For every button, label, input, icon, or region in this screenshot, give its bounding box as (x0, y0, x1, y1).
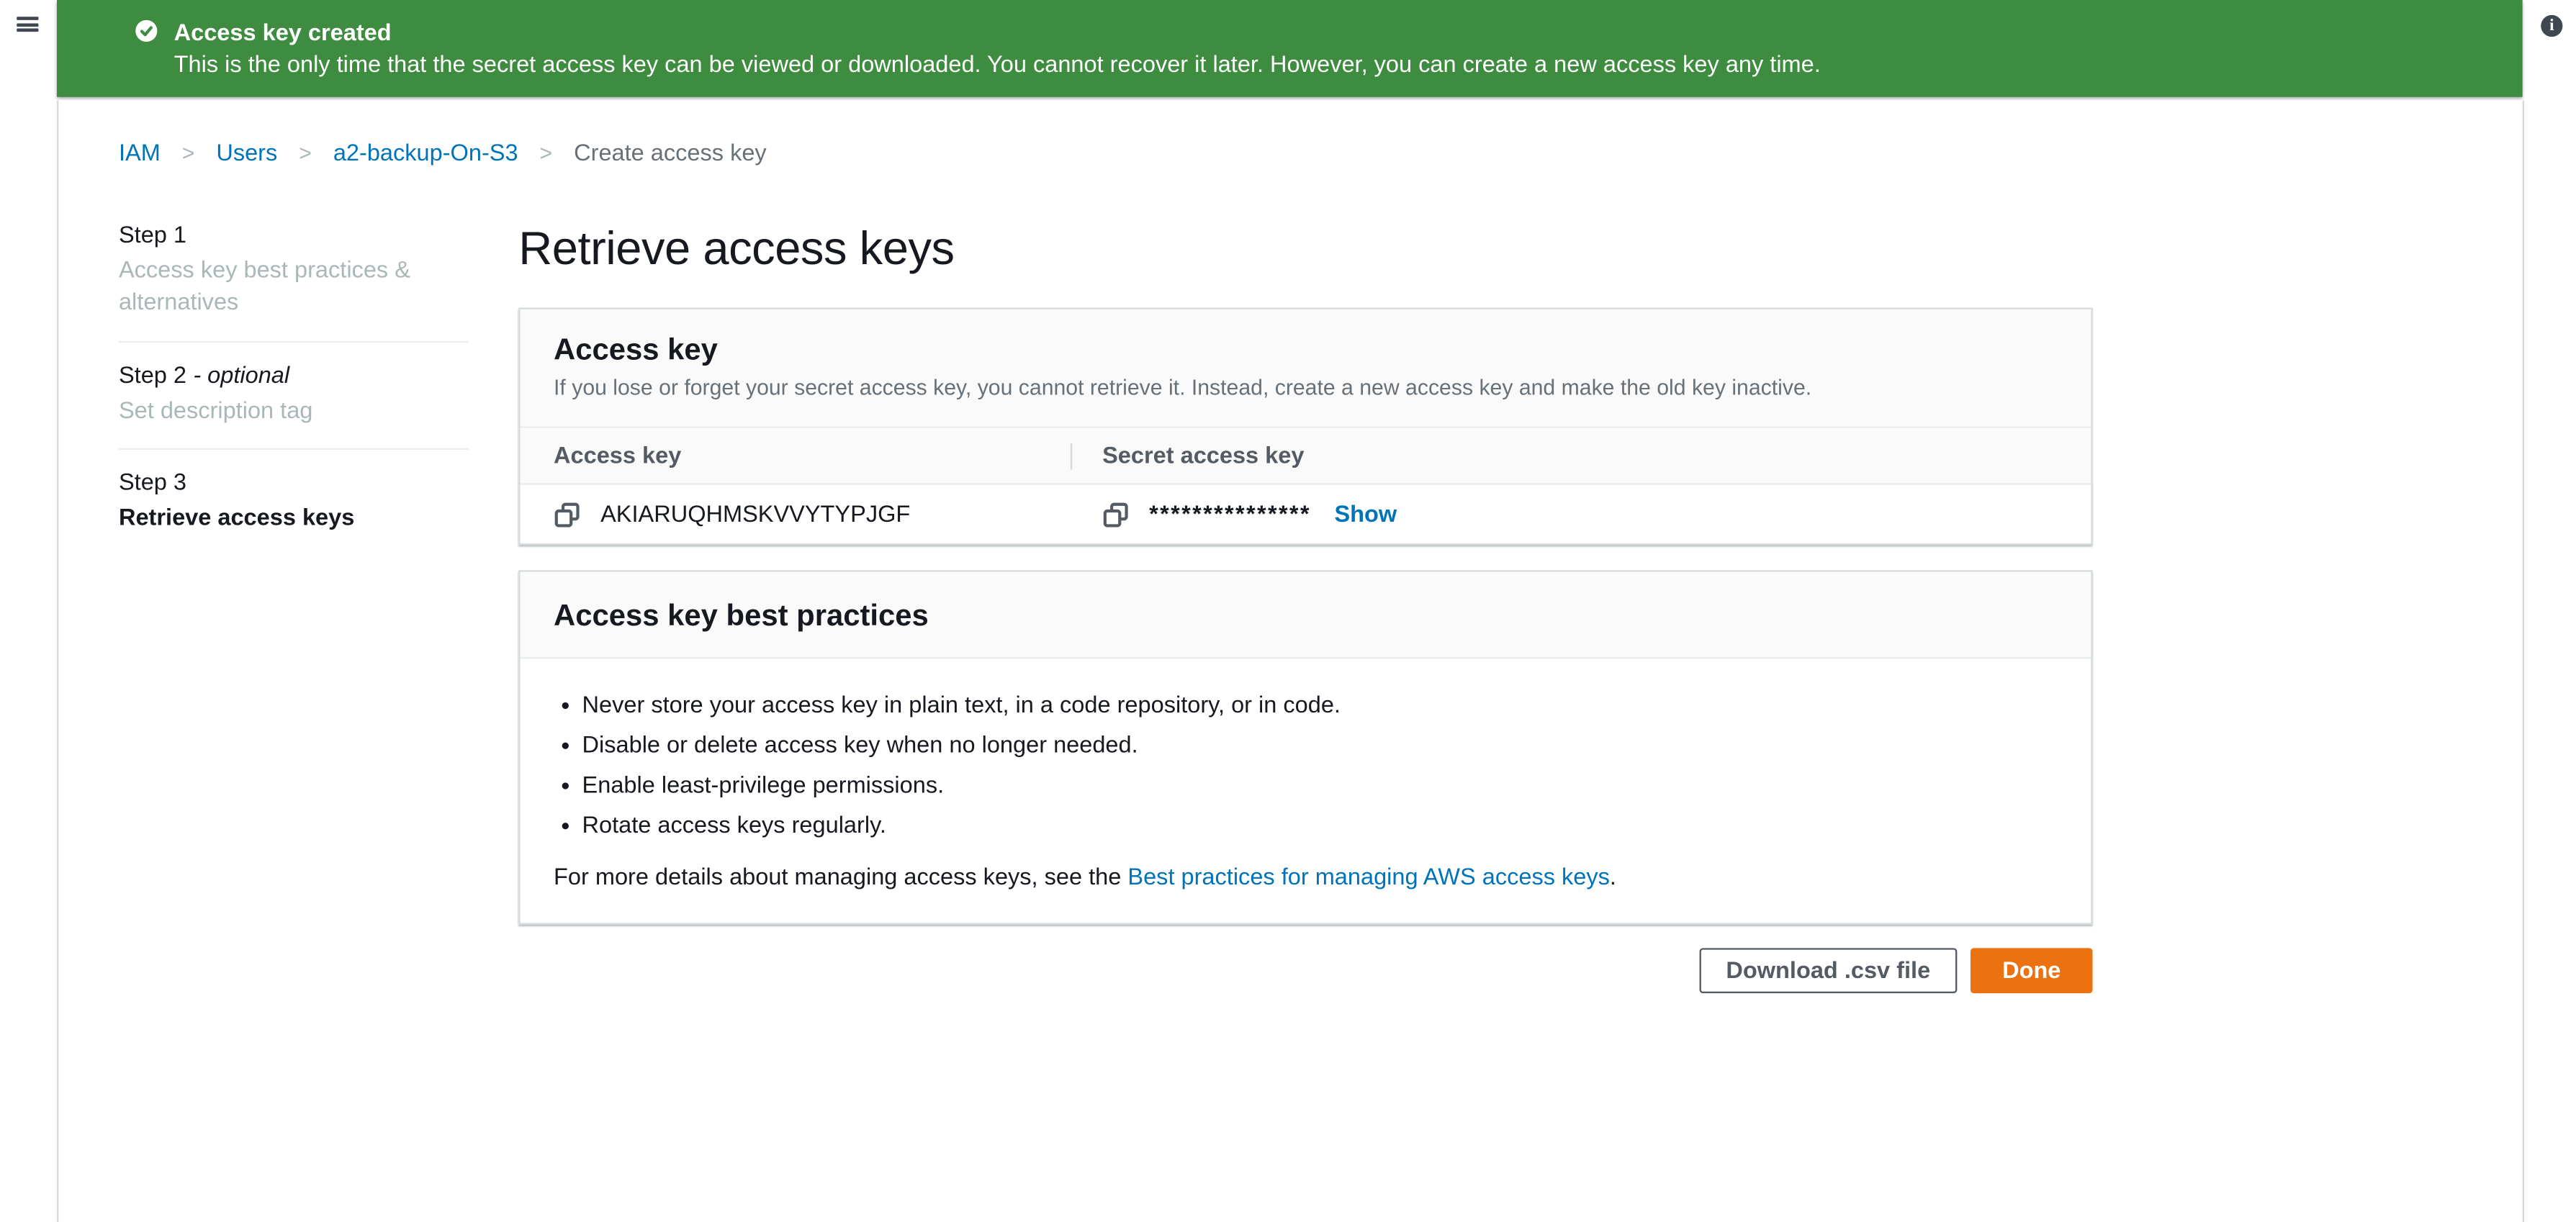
column-header-secret-access-key: Secret access key (1072, 428, 1304, 484)
step-2-optional-text: - optional (193, 361, 289, 388)
step-2-label-text: Step 2 (119, 361, 186, 388)
flash-description: This is the only time that the secret ac… (174, 48, 2490, 80)
best-practices-link[interactable]: Best practices for managing AWS access k… (1127, 863, 1609, 890)
wizard-step-2[interactable]: Step 2 - optional Set description tag (119, 343, 469, 426)
step-3-title: Retrieve access keys (119, 502, 469, 533)
key-table-data-row: AKIARUQHMSKVVYTYPJGF *************** Sho… (521, 485, 2091, 543)
access-key-card-header: Access key If you lose or forget your se… (521, 309, 2091, 428)
success-flashbar: Access key created This is the only time… (57, 0, 2523, 97)
breadcrumb-separator-icon: > (182, 140, 195, 166)
info-icon[interactable]: i (2541, 15, 2562, 37)
column-header-access-key: Access key (521, 428, 1071, 484)
wizard-steps: Step 1 Access key best practices & alter… (119, 219, 469, 533)
access-key-card: Access key If you lose or forget your se… (518, 308, 2092, 546)
best-practice-item: Disable or delete access key when no lon… (554, 729, 2058, 761)
breadcrumb-link-user[interactable]: a2-backup-On-S3 (333, 139, 518, 166)
step-3-label: Step 3 (119, 466, 469, 497)
best-practice-item: Rotate access keys regularly. (554, 810, 2058, 841)
best-practices-card: Access key best practices Never store yo… (518, 570, 2092, 925)
step-1-label: Step 1 (119, 219, 469, 249)
content-panel: IAM > Users > a2-backup-On-S3 > Create a… (57, 100, 2524, 1222)
wizard-step-3[interactable]: Step 3 Retrieve access keys (119, 450, 469, 533)
access-key-card-description: If you lose or forget your secret access… (554, 373, 2058, 403)
flash-title: Access key created (174, 15, 2490, 48)
done-button[interactable]: Done (1971, 948, 2093, 993)
show-secret-link[interactable]: Show (1334, 498, 1397, 530)
best-practice-item: Never store your access key in plain tex… (554, 689, 2058, 720)
step-2-label: Step 2 - optional (119, 360, 469, 390)
step-2-title: Set description tag (119, 394, 469, 426)
best-practices-footer: For more details about managing access k… (554, 861, 2058, 893)
success-check-icon (135, 20, 157, 42)
wizard-actions: Download .csv file Done (518, 948, 2092, 993)
page-root: Access key created This is the only time… (0, 0, 2576, 1222)
breadcrumb-link-users[interactable]: Users (216, 139, 277, 166)
download-csv-button[interactable]: Download .csv file (1699, 948, 1957, 993)
flashbar-content: Access key created This is the only time… (57, 0, 2523, 97)
best-practice-item: Enable least-privilege permissions. (554, 769, 2058, 801)
best-practices-card-title: Access key best practices (554, 597, 2058, 633)
breadcrumb-link-iam[interactable]: IAM (119, 139, 161, 166)
best-practices-list: Never store your access key in plain tex… (554, 689, 2058, 841)
copy-access-key-icon[interactable] (554, 501, 580, 528)
copy-secret-key-icon[interactable] (1102, 501, 1129, 528)
access-key-cell: AKIARUQHMSKVVYTYPJGF (521, 485, 1073, 543)
secret-key-masked-value: *************** (1149, 498, 1311, 530)
best-practices-card-header: Access key best practices (521, 572, 2091, 659)
main-content: Retrieve access keys Access key If you l… (518, 100, 2092, 993)
access-key-card-title: Access key (554, 331, 2058, 368)
step-1-title: Access key best practices & alternatives (119, 254, 469, 317)
page-title: Retrieve access keys (518, 217, 2092, 281)
access-key-value: AKIARUQHMSKVVYTYPJGF (600, 498, 910, 530)
menu-hamburger-icon[interactable] (17, 17, 38, 37)
secret-key-cell: *************** Show (1072, 485, 1397, 543)
footer-text: For more details about managing access k… (554, 863, 1127, 890)
footer-period: . (1610, 863, 1616, 890)
breadcrumb-separator-icon: > (299, 140, 312, 166)
best-practices-card-body: Never store your access key in plain tex… (521, 658, 2091, 923)
wizard-step-1[interactable]: Step 1 Access key best practices & alter… (119, 219, 469, 317)
key-table-header-row: Access key Secret access key (521, 428, 2091, 485)
